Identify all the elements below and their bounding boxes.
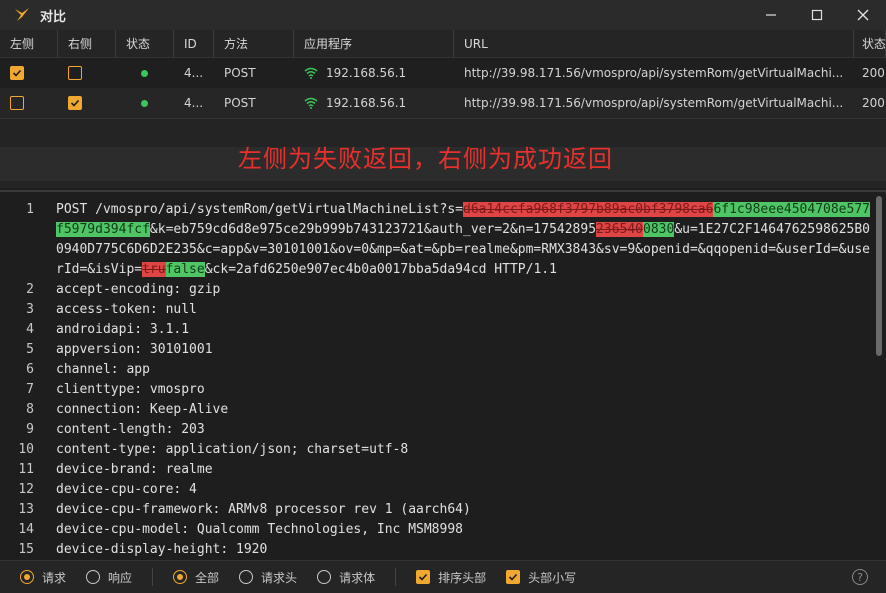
diff-removed: d6a14ccfa968f3797b89ac0bf3798ca6 [463,202,714,217]
title-bar: 对比 [0,0,886,30]
column-header-right[interactable]: 右侧 [58,30,116,58]
maximize-button[interactable] [794,0,840,30]
code-line: 3 access-token: null [26,302,197,317]
left-checkbox[interactable] [10,96,24,110]
row-app: 192.168.56.1 [326,96,407,110]
radio-response[interactable]: 响应 [86,569,132,586]
diff-added: 0830 [643,222,675,237]
code-line: 8 connection: Keep-Alive [26,402,229,417]
code-line: 14 device-cpu-model: Qualcomm Technologie… [18,522,463,537]
minimize-icon [766,14,776,16]
radio-icon [86,570,101,584]
check-icon [70,99,80,107]
row-app: 192.168.56.1 [326,66,407,80]
checkbox-lowercase-headers[interactable]: 头部小写 [506,569,576,586]
checkbox-sort-headers[interactable]: 排序头部 [416,569,486,586]
row-id: 4... [184,66,204,80]
divider [395,568,397,586]
code-line: 7 clienttype: vmospro [26,382,205,397]
close-icon [857,9,869,21]
code-line: 6 channel: app [26,362,150,377]
table-row[interactable]: 4... POST 192.168.56.1 http://39.98.171.… [0,88,886,118]
left-checkbox[interactable] [10,66,24,80]
row-method: POST [224,96,256,110]
checkbox-checked-icon [506,570,521,584]
maximize-icon [811,9,823,21]
code-line: 9 content-length: 203 [26,422,205,437]
table-row[interactable]: 4... POST 192.168.56.1 http://39.98.171.… [0,58,886,88]
column-header-app[interactable]: 应用程序 [294,30,454,58]
code-line: 2 accept-encoding: gzip [26,282,221,297]
code-line: 12 device-cpu-core: 4 [18,482,197,497]
checkbox-checked-icon [416,570,431,584]
scrollbar-thumb[interactable] [876,196,882,356]
diff-removed: tru [142,262,166,277]
code-line: 1 POST /vmospro/api/systemRom/getVirtual… [0,200,886,280]
column-header-left[interactable]: 左侧 [0,30,58,58]
row-status-code: 200 [862,66,885,80]
app-logo-icon [15,8,29,21]
radio-icon [239,570,254,584]
column-header-url[interactable]: URL [454,30,854,58]
code-line: 4 androidapi: 3.1.1 [26,322,190,337]
row-url: http://39.98.171.56/vmospro/api/systemRo… [464,96,844,110]
column-header-status-code[interactable]: 状态 [854,30,886,58]
right-checkbox[interactable] [68,96,82,110]
help-icon[interactable]: ? [852,569,868,585]
column-header-id[interactable]: ID [174,30,214,58]
code-line: 11 device-brand: realme [18,462,213,477]
row-status-code: 200 [862,96,885,110]
column-header-status[interactable]: 状态 [116,30,174,58]
options-bar: 请求 响应 全部 请求头 请求体 排序头部 头部小写 ? [0,560,886,593]
splitter-area[interactable]: 左侧为失败返回，右侧为成功返回 [0,118,886,188]
column-header-method[interactable]: 方法 [214,30,294,58]
radio-selected-icon [173,570,188,584]
vertical-scrollbar[interactable] [876,194,882,554]
row-id: 4... [184,96,204,110]
status-dot-icon [141,69,148,77]
row-method: POST [224,66,256,80]
radio-all[interactable]: 全部 [173,569,219,586]
wifi-icon [304,67,318,79]
line-number: 1 [26,202,34,217]
code-line: 5 appversion: 30101001 [26,342,213,357]
window-title: 对比 [40,9,67,25]
minimize-button[interactable] [748,0,794,30]
code-line: 15 device-display-height: 1920 [18,542,268,557]
line-content: POST /vmospro/api/systemRom/getVirtualMa… [56,202,870,277]
diff-editor[interactable]: 1 POST /vmospro/api/systemRom/getVirtual… [0,190,886,558]
radio-request-header[interactable]: 请求头 [239,569,297,586]
radio-request-body[interactable]: 请求体 [317,569,375,586]
close-button[interactable] [840,0,886,30]
row-url: http://39.98.171.56/vmospro/api/systemRo… [464,66,844,80]
wifi-icon [304,97,318,109]
diff-removed: 236540 [596,222,644,237]
radio-icon [317,570,332,584]
check-icon [12,69,22,77]
table-header: 左侧 右侧 状态 ID 方法 应用程序 URL 状态 [0,30,886,58]
right-checkbox[interactable] [68,66,82,80]
divider [152,568,154,586]
radio-request[interactable]: 请求 [20,569,66,586]
request-table: 左侧 右侧 状态 ID 方法 应用程序 URL 状态 4... POST 192… [0,30,886,118]
code-line: 13 device-cpu-framework: ARMv8 processor … [18,502,471,517]
code-line: 10 content-type: application/json; charse… [18,442,409,457]
status-dot-icon [141,99,148,107]
diff-added: false [165,262,205,277]
radio-selected-icon [20,570,34,584]
annotation-text: 左侧为失败返回，右侧为成功返回 [238,145,613,173]
